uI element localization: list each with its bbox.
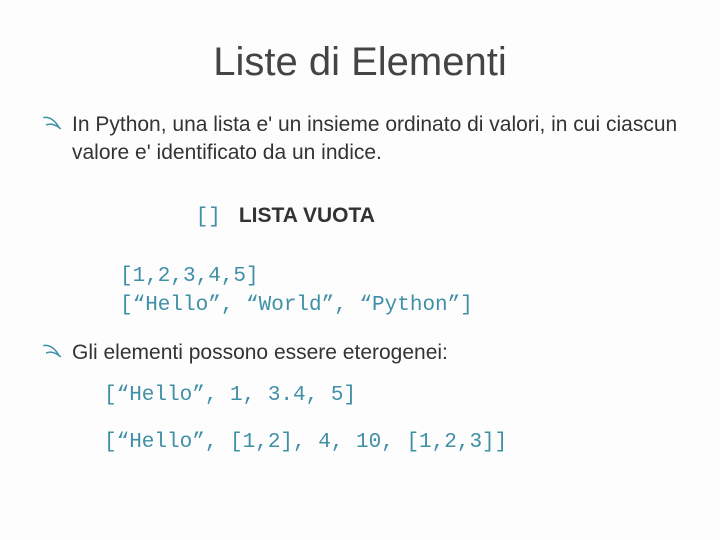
- bullet-flourish-icon: [42, 342, 64, 360]
- bullet-text: Gli elementi possono essere eterogenei:: [72, 341, 448, 364]
- slide-title: Liste di Elementi: [40, 40, 680, 85]
- code-line: [1,2,3,4,5]: [120, 262, 680, 291]
- code-line: [] LISTA VUOTA: [120, 172, 680, 262]
- bullet-flourish-icon: [42, 114, 64, 132]
- code-block-3: [“Hello”, [1,2], 4, 10, [1,2,3]]: [104, 428, 680, 457]
- bullet-text: In Python, una lista e' un insieme ordin…: [72, 113, 677, 164]
- code-label: LISTA VUOTA: [239, 204, 375, 227]
- bullet-item-1: In Python, una lista e' un insieme ordin…: [40, 111, 680, 168]
- bullet-item-2: Gli elementi possono essere eterogenei:: [40, 339, 680, 367]
- code-text: []: [196, 206, 221, 229]
- code-block-1: [] LISTA VUOTA [1,2,3,4,5] [“Hello”, “Wor…: [120, 172, 680, 321]
- code-line: [“Hello”, “World”, “Python”]: [120, 291, 680, 320]
- code-line: [“Hello”, [1,2], 4, 10, [1,2,3]]: [104, 428, 680, 457]
- code-block-2: [“Hello”, 1, 3.4, 5]: [104, 381, 680, 410]
- code-line: [“Hello”, 1, 3.4, 5]: [104, 381, 680, 410]
- slide: Liste di Elementi In Python, una lista e…: [0, 0, 720, 540]
